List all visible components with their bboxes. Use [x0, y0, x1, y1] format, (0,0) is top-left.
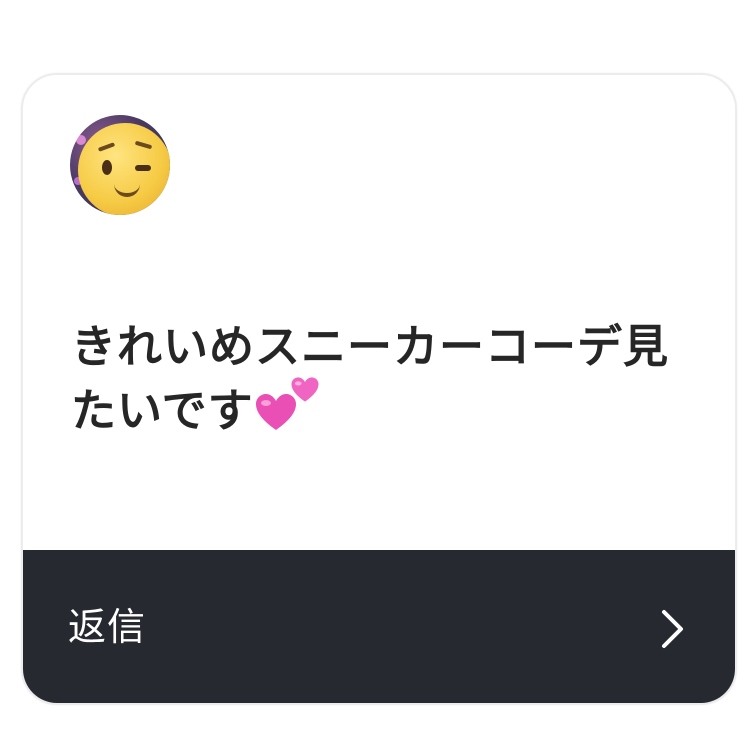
avatar[interactable]	[70, 115, 170, 215]
chevron-right-icon	[662, 610, 683, 648]
winking-face-icon	[78, 123, 170, 215]
two-hearts-icon	[254, 377, 322, 432]
reply-button[interactable]: 返信	[23, 550, 735, 703]
message-body: きれいめスニーカーコーデ見たいです	[71, 320, 670, 437]
message-text: きれいめスニーカーコーデ見たいです	[71, 315, 691, 443]
avatar-background-dot	[76, 135, 86, 145]
reply-label: 返信	[68, 605, 147, 649]
story-reply-card: きれいめスニーカーコーデ見たいです 返信	[21, 73, 737, 705]
